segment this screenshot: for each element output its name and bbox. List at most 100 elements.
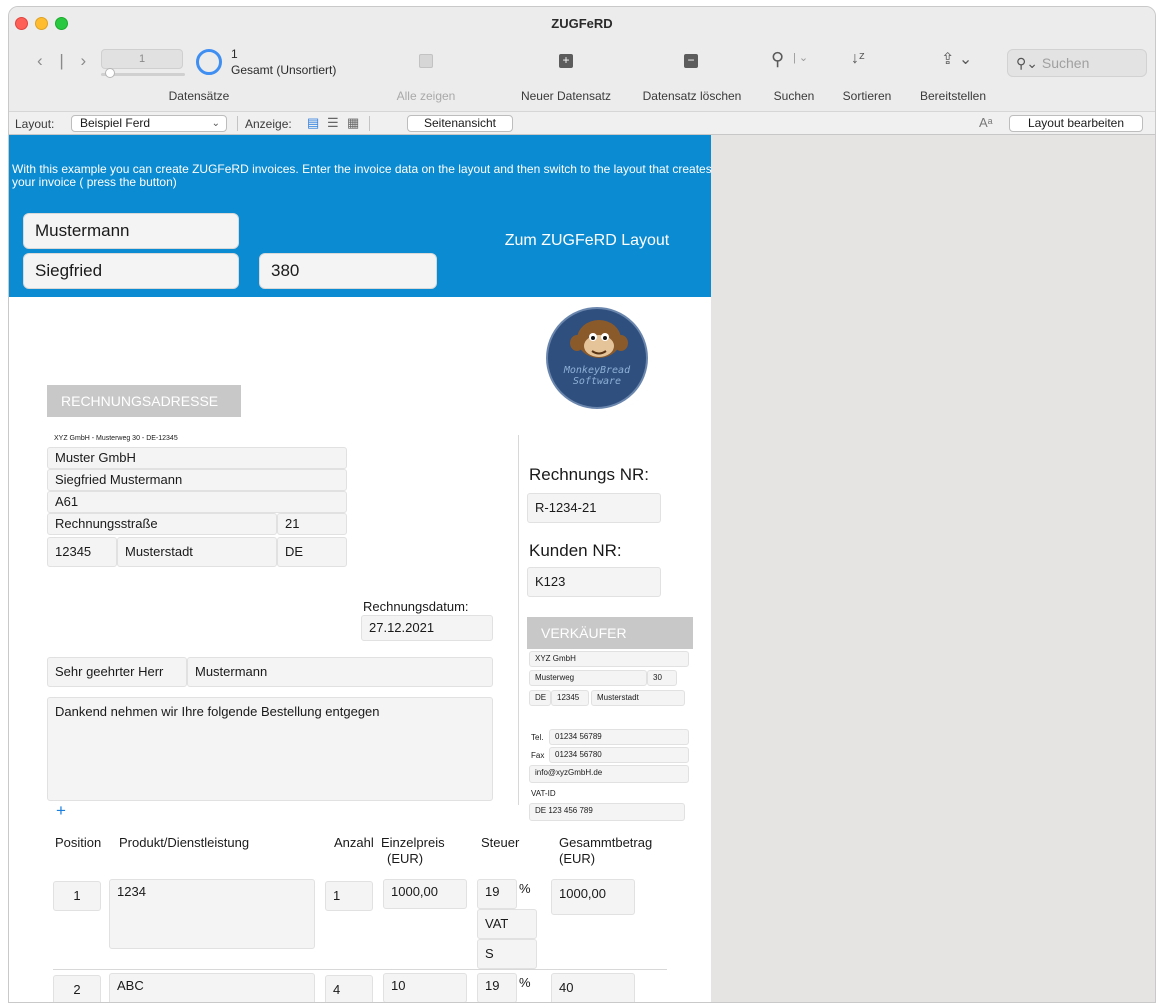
quick-search-input[interactable]: ⚲⌄ Suchen <box>1007 49 1147 77</box>
column-unit-price-unit: (EUR) <box>387 851 424 866</box>
text-format-icon[interactable]: Aᵃ <box>979 115 993 130</box>
seller-street-field[interactable]: Musterweg <box>529 670 647 686</box>
intro-text: With this example you can create ZUGFeRD… <box>12 162 712 189</box>
seller-band: VERKÄUFER <box>527 617 693 649</box>
number-field[interactable]: 380 <box>259 253 437 289</box>
address-line3-field[interactable]: A61 <box>47 491 347 513</box>
delete-record-button[interactable]: Datensatz löschen <box>631 89 753 103</box>
column-total: Gesammtbetrag <box>559 835 653 850</box>
vat-id-label: VAT-ID <box>531 789 556 798</box>
content-area: With this example you can create ZUGFeRD… <box>9 135 1155 1002</box>
layout-bar: Layout: Beispiel Ferd ⌄ Anzeige: ▤ ☰ ▦ S… <box>9 111 1155 135</box>
seller-tel-field[interactable]: 01234 56789 <box>549 729 689 745</box>
item-tax-unit: % <box>519 881 531 896</box>
sort-button[interactable]: Sortieren <box>831 89 903 103</box>
item-total-field[interactable]: 1000,00 <box>551 879 635 915</box>
record-total: Gesamt (Unsortiert) <box>231 63 337 77</box>
new-record-icon: + <box>559 54 573 68</box>
current-record-field[interactable]: 1 <box>101 49 183 69</box>
item-tax-field[interactable]: 19 <box>477 879 517 909</box>
divider <box>518 435 519 805</box>
seller-name-field[interactable]: XYZ GmbH <box>529 651 689 667</box>
customer-no-label: Kunden NR: <box>529 541 622 560</box>
item-tax-category-field[interactable]: S <box>477 939 537 969</box>
record-progress-icon <box>196 49 222 75</box>
invoice-no-label: Rechnungs NR: <box>529 465 650 484</box>
item-product-field[interactable]: 1234 <box>109 879 315 949</box>
seller-house-no-field[interactable]: 30 <box>647 670 677 686</box>
address-zip-field[interactable]: 12345 <box>47 537 117 567</box>
layout-select[interactable]: Beispiel Ferd ⌄ <box>71 115 227 132</box>
salutation-name-field[interactable]: Mustermann <box>187 657 493 687</box>
show-all-button[interactable]: Alle zeigen <box>381 89 471 103</box>
switch-layout-button[interactable]: Zum ZUGFeRD Layout <box>497 231 677 250</box>
address-street-field[interactable]: Rechnungsstraße <box>47 513 277 535</box>
preview-button[interactable]: Seitenansicht <box>407 115 513 132</box>
table-view-icon[interactable]: ▦ <box>347 116 359 130</box>
app-window: ZUGFeRD ‹ | › 1 1 Gesamt (Unsortiert) Da… <box>8 6 1156 1003</box>
column-unit-price: Einzelpreis <box>381 835 445 850</box>
address-contact-field[interactable]: Siegfried Mustermann <box>47 469 347 491</box>
invoice-no-field[interactable]: R-1234-21 <box>527 493 661 523</box>
invoice-date-label: Rechnungsdatum: <box>363 599 469 614</box>
column-qty: Anzahl <box>334 835 374 850</box>
item-position-field[interactable]: 2 <box>53 975 101 1002</box>
item-product-field[interactable]: ABC <box>109 973 315 1002</box>
message-field[interactable]: Dankend nehmen wir Ihre folgende Bestell… <box>47 697 493 801</box>
column-product: Produkt/Dienstleistung <box>119 835 250 850</box>
sender-line: XYZ GmbH - Musterweg 30 - DE-12345 <box>54 435 178 442</box>
tel-label: Tel. <box>531 733 544 742</box>
item-qty-field[interactable]: 4 <box>325 975 373 1002</box>
seller-zip-field[interactable]: 12345 <box>551 690 589 706</box>
last-name-field[interactable]: Mustermann <box>23 213 239 249</box>
item-price-field[interactable]: 1000,00 <box>383 879 467 909</box>
search-placeholder: Suchen <box>1041 55 1090 71</box>
customer-no-field[interactable]: K123 <box>527 567 661 597</box>
divider <box>369 116 370 131</box>
record-count: 1 <box>231 47 238 61</box>
salutation-field[interactable]: Sehr geehrter Herr <box>47 657 187 687</box>
column-position: Position <box>55 835 102 850</box>
chevron-down-icon: ⌄ <box>211 118 220 129</box>
item-position-field[interactable]: 1 <box>53 881 101 911</box>
item-tax-field[interactable]: 19 <box>477 973 517 1002</box>
seller-country-field[interactable]: DE <box>529 690 551 706</box>
sort-icon: ↓ᶻ <box>851 50 865 67</box>
search-button[interactable]: Suchen <box>764 89 824 103</box>
title-bar: ZUGFeRD ‹ | › 1 1 Gesamt (Unsortiert) Da… <box>9 7 1155 111</box>
view-label: Anzeige: <box>245 117 292 131</box>
address-company-field[interactable]: Muster GmbH <box>47 447 347 469</box>
divider <box>53 969 667 970</box>
seller-city-field[interactable]: Musterstadt <box>591 690 685 706</box>
search-field-icon: ⚲⌄ <box>1016 55 1042 71</box>
invoice-date-field[interactable]: 27.12.2021 <box>361 615 493 641</box>
search-options-chevron-icon[interactable]: | ⌄ <box>793 51 808 64</box>
add-item-icon[interactable]: + <box>56 801 66 821</box>
address-country-field[interactable]: DE <box>277 537 347 567</box>
form-view-icon[interactable]: ▤ <box>307 116 319 130</box>
share-button[interactable]: Bereitstellen <box>909 89 997 103</box>
column-total-unit: (EUR) <box>559 851 596 866</box>
address-house-no-field[interactable]: 21 <box>277 513 347 535</box>
instruction-header: With this example you can create ZUGFeRD… <box>9 135 712 297</box>
record-slider-knob[interactable] <box>105 68 115 78</box>
search-icon: ⚲ <box>771 49 785 69</box>
item-qty-field[interactable]: 1 <box>325 881 373 911</box>
seller-vat-id-field[interactable]: DE 123 456 789 <box>529 803 685 821</box>
seller-fax-field[interactable]: 01234 56780 <box>549 747 689 763</box>
show-all-icon <box>419 54 433 68</box>
new-record-button[interactable]: Neuer Datensatz <box>509 89 623 103</box>
address-city-field[interactable]: Musterstadt <box>117 537 277 567</box>
edit-layout-button[interactable]: Layout bearbeiten <box>1009 115 1143 132</box>
item-tax-type-field[interactable]: VAT <box>477 909 537 939</box>
layout-select-value: Beispiel Ferd <box>80 116 151 130</box>
list-view-icon[interactable]: ☰ <box>327 116 339 130</box>
delete-record-icon: − <box>684 54 698 68</box>
item-price-field[interactable]: 10 <box>383 973 467 1002</box>
first-name-field[interactable]: Siegfried <box>23 253 239 289</box>
logo-text-line2: Software <box>572 376 622 387</box>
seller-email-field[interactable]: info@xyzGmbH.de <box>529 765 689 783</box>
records-label: Datensätze <box>168 89 230 103</box>
item-total-field[interactable]: 40 <box>551 973 635 1002</box>
record-nav-arrows-icon[interactable]: ‹ | › <box>37 51 92 71</box>
